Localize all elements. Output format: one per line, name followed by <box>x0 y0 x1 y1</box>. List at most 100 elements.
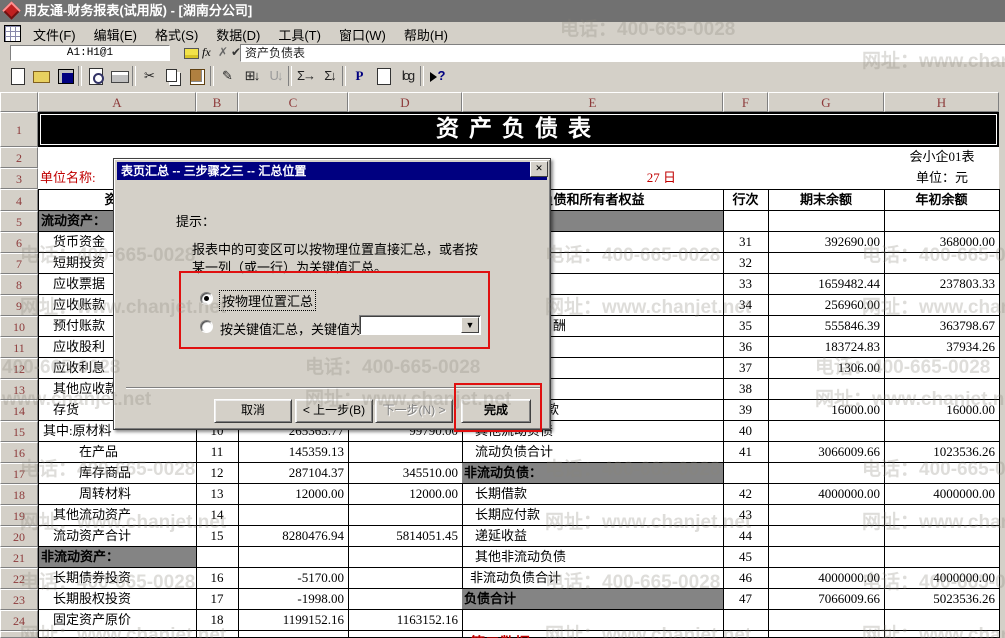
cell-C21[interactable] <box>238 547 349 568</box>
function-icon[interactable]: fx <box>202 44 211 61</box>
menu-item-1[interactable]: 文件(F) <box>24 22 85 44</box>
cancel-button[interactable]: 取消 <box>214 399 292 423</box>
save-icon[interactable] <box>54 65 77 87</box>
cell-H2[interactable]: 会小企01表 <box>884 147 1000 168</box>
cell-F11[interactable]: 36 <box>723 337 769 358</box>
cell-A21[interactable]: 非流动资产： <box>38 547 197 568</box>
cell-F13[interactable]: 38 <box>723 379 769 400</box>
menu-item-5[interactable]: 工具(T) <box>269 22 330 44</box>
cell-E20[interactable]: 递延收益 <box>462 526 724 547</box>
cell-D25[interactable] <box>348 631 463 638</box>
cell-H7[interactable] <box>884 253 1000 274</box>
cell-A16[interactable]: 在产品 <box>38 442 197 463</box>
cell-F16[interactable]: 41 <box>723 442 769 463</box>
cell-F12[interactable]: 37 <box>723 358 769 379</box>
row-header-1[interactable]: 1 <box>0 112 38 147</box>
cell-C19[interactable] <box>238 505 349 526</box>
cell-F20[interactable]: 44 <box>723 526 769 547</box>
cell-G8[interactable]: 1659482.44 <box>768 274 885 295</box>
back-button[interactable]: < 上一步(B) <box>295 399 373 423</box>
row-header-25[interactable] <box>0 631 38 638</box>
cell-H23[interactable]: 5023536.26 <box>884 589 1000 610</box>
cell-B18[interactable]: 13 <box>196 484 239 505</box>
row-header-2[interactable]: 2 <box>0 147 38 168</box>
cell-G15[interactable] <box>768 421 885 442</box>
cell-B22[interactable]: 16 <box>196 568 239 589</box>
cell-G10[interactable]: 555846.39 <box>768 316 885 337</box>
cell-G5[interactable] <box>768 211 885 232</box>
row-header-18[interactable]: 18 <box>0 484 38 505</box>
cell-E23[interactable]: 负债合计 <box>462 589 724 610</box>
cell-H16[interactable]: 1023536.26 <box>884 442 1000 463</box>
sum-row-icon[interactable]: Σ→ <box>294 65 317 87</box>
row-header-24[interactable]: 24 <box>0 610 38 631</box>
cell-G6[interactable]: 392690.00 <box>768 232 885 253</box>
menu-item-7[interactable]: 帮助(H) <box>395 22 457 44</box>
cell-F7[interactable]: 32 <box>723 253 769 274</box>
cell-H22[interactable]: 4000000.00 <box>884 568 1000 589</box>
col-header-A[interactable]: A <box>38 92 196 112</box>
cell-G16[interactable]: 3066009.66 <box>768 442 885 463</box>
row-header-8[interactable]: 8 <box>0 274 38 295</box>
dialog-titlebar[interactable]: 表页汇总 -- 三步骤之三 -- 汇总位置 <box>117 162 547 180</box>
cell-B24[interactable]: 18 <box>196 610 239 631</box>
cell-D18[interactable]: 12000.00 <box>348 484 463 505</box>
row-header-17[interactable]: 17 <box>0 463 38 484</box>
row-header-3[interactable]: 3 <box>0 168 38 189</box>
report-title-cell[interactable]: 资产负债表 <box>38 112 999 147</box>
cell-B21[interactable] <box>196 547 239 568</box>
col-header-H[interactable]: H <box>884 92 999 112</box>
cell-G21[interactable] <box>768 547 885 568</box>
cell-D19[interactable] <box>348 505 463 526</box>
cell-H24[interactable] <box>884 610 1000 631</box>
cell-C24[interactable]: 1199152.16 <box>238 610 349 631</box>
cell-A24[interactable]: 固定资产原价 <box>38 610 197 631</box>
formula-input[interactable]: 资产负债表 <box>240 44 1005 62</box>
cell-D22[interactable] <box>348 568 463 589</box>
cell-D16[interactable] <box>348 442 463 463</box>
cell-B17[interactable]: 12 <box>196 463 239 484</box>
cell-F25[interactable] <box>723 631 769 638</box>
menu-item-4[interactable]: 数据(D) <box>207 22 269 44</box>
cell-H11[interactable]: 37934.26 <box>884 337 1000 358</box>
cell-H4[interactable]: 年初余额 <box>884 189 1000 211</box>
cell-G20[interactable] <box>768 526 885 547</box>
row-header-6[interactable]: 6 <box>0 232 38 253</box>
log-icon[interactable]: log <box>396 65 419 87</box>
cell-F6[interactable]: 31 <box>723 232 769 253</box>
cell-G22[interactable]: 4000000.00 <box>768 568 885 589</box>
cell-F23[interactable]: 47 <box>723 589 769 610</box>
cell-H13[interactable] <box>884 379 1000 400</box>
cell-H3[interactable]: 单位：元 <box>884 168 1000 189</box>
cell-A19[interactable]: 其他流动资产 <box>38 505 197 526</box>
print-preview-icon[interactable] <box>84 65 107 87</box>
col-header-G[interactable]: G <box>768 92 884 112</box>
cell-G17[interactable] <box>768 463 885 484</box>
cell-B20[interactable]: 15 <box>196 526 239 547</box>
row-header-21[interactable]: 21 <box>0 547 38 568</box>
cell-F5[interactable] <box>723 211 769 232</box>
cell-H19[interactable] <box>884 505 1000 526</box>
cell-E22[interactable]: 非流动负债合计 <box>462 568 724 589</box>
row-header-12[interactable]: 12 <box>0 358 38 379</box>
cancel-summarize-icon[interactable]: U↓ <box>264 65 287 87</box>
cell-D17[interactable]: 345510.00 <box>348 463 463 484</box>
row-header-4[interactable]: 4 <box>0 189 38 211</box>
col-header-B[interactable]: B <box>196 92 238 112</box>
row-header-15[interactable]: 15 <box>0 421 38 442</box>
cell-A17[interactable]: 库存商品 <box>38 463 197 484</box>
cell-C16[interactable]: 145359.13 <box>238 442 349 463</box>
cell-B23[interactable]: 17 <box>196 589 239 610</box>
cell-G14[interactable]: 16000.00 <box>768 400 885 421</box>
row-header-19[interactable]: 19 <box>0 505 38 526</box>
cell-A25[interactable] <box>38 631 197 638</box>
row-header-16[interactable]: 16 <box>0 442 38 463</box>
print-icon[interactable] <box>108 65 131 87</box>
col-header-F[interactable]: F <box>723 92 768 112</box>
cell-A18[interactable]: 周转材料 <box>38 484 197 505</box>
row-header-7[interactable]: 7 <box>0 253 38 274</box>
row-header-23[interactable]: 23 <box>0 589 38 610</box>
cell-G9[interactable]: 256960.00 <box>768 295 885 316</box>
cell-F15[interactable]: 40 <box>723 421 769 442</box>
row-header-22[interactable]: 22 <box>0 568 38 589</box>
